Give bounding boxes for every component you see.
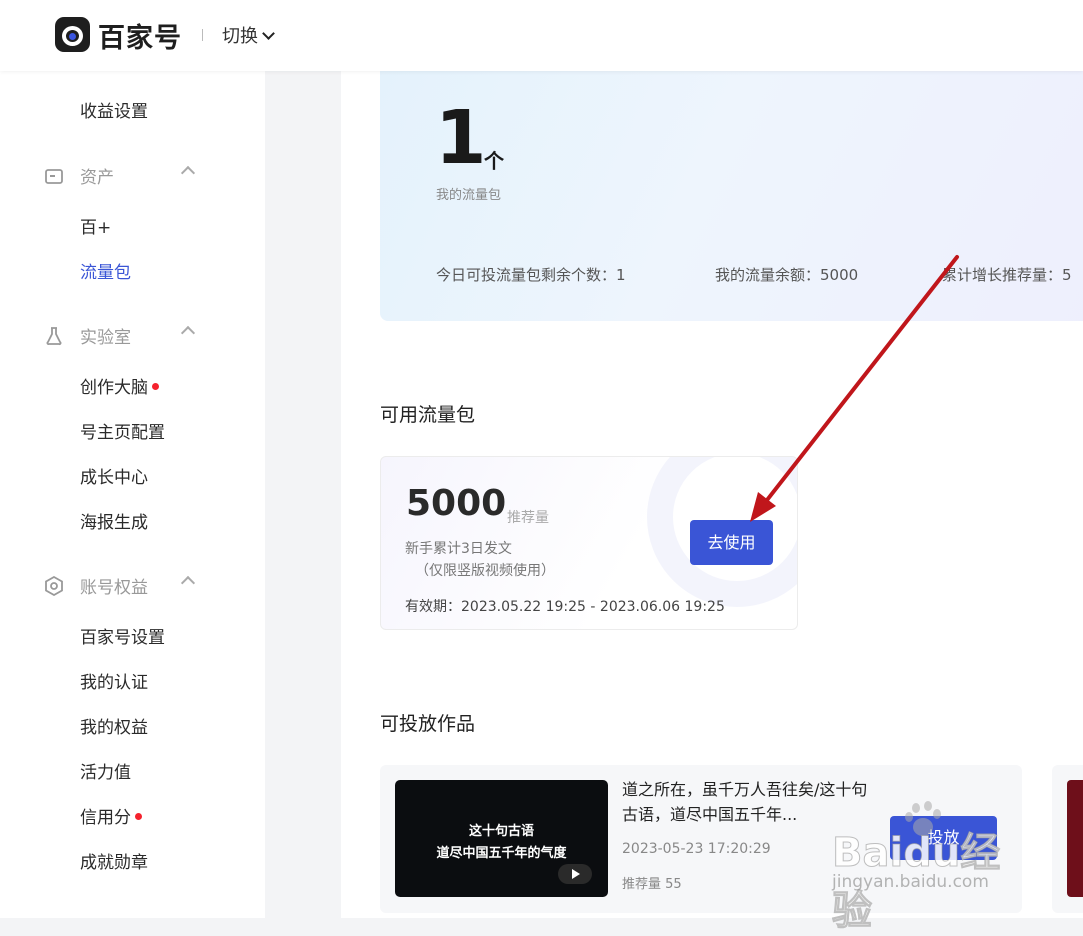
- chevron-up-icon: [180, 325, 196, 341]
- sidebar-group-label: 资产: [80, 168, 114, 188]
- sidebar-item-creative-brain[interactable]: 创作大脑: [80, 373, 159, 398]
- sidebar-item-label: 创作大脑: [80, 378, 148, 398]
- video-thumbnail[interactable]: 这十句古语 道尽中国五千年的气度: [395, 780, 608, 897]
- badge-icon: [44, 575, 64, 596]
- chevron-down-icon: [262, 26, 275, 40]
- sidebar: 收益设置 资产 百+ 流量包 实验室 创作大脑 号主页配置 成长中心 海报生成 …: [0, 69, 265, 918]
- sidebar-group-assets[interactable]: 资产: [44, 163, 196, 188]
- thumbnail-caption-2: 道尽中国五千年的气度: [436, 846, 567, 861]
- work-item: 这十句古语 道尽中国五千年的气度 道之所在，虽千万人吾往矣/这十句古语，道尽中国…: [380, 765, 1022, 913]
- sidebar-item-vitality[interactable]: 活力值: [80, 758, 131, 783]
- sidebar-item-traffic-package[interactable]: 流量包: [80, 258, 131, 283]
- package-count-label: 我的流量包: [436, 188, 502, 203]
- use-package-button[interactable]: 去使用: [690, 520, 773, 565]
- sidebar-item-homepage-config[interactable]: 号主页配置: [80, 418, 165, 443]
- wallet-icon: [44, 166, 64, 186]
- flask-icon: [44, 326, 64, 346]
- sidebar-item-achievements[interactable]: 成就勋章: [80, 848, 148, 873]
- package-note: （仅限竖版视频使用）: [415, 563, 555, 579]
- sidebar-item-my-certification[interactable]: 我的认证: [80, 668, 148, 693]
- sidebar-group-lab[interactable]: 实验室: [44, 323, 196, 348]
- switch-label: 切换: [222, 26, 258, 47]
- work-title[interactable]: 道之所在，虽千万人吾往矣/这十句古语，道尽中国五千年...: [622, 777, 872, 827]
- header-divider: [202, 29, 203, 41]
- sidebar-item-my-benefits[interactable]: 我的权益: [80, 713, 148, 738]
- notification-dot: [135, 812, 142, 820]
- available-section-title: 可用流量包: [380, 404, 476, 426]
- sidebar-item-account-settings[interactable]: 百家号设置: [80, 623, 165, 648]
- stat-balance: 我的流量余额：5000: [715, 266, 859, 284]
- logo-text[interactable]: 百家号: [98, 16, 182, 55]
- main-content: 1 个 我的流量包 今日可投流量包剩余个数：1 我的流量余额：5000 累计增长…: [341, 71, 1083, 918]
- thumbnail-caption-1: 这十句古语: [468, 824, 534, 839]
- traffic-package-card: 5000 推荐量 新手累计3日发文 （仅限竖版视频使用） 有效期：2023.05…: [380, 456, 798, 630]
- stat-total: 累计增长推荐量：5: [942, 266, 1072, 284]
- baijiahao-logo-icon[interactable]: [55, 17, 90, 52]
- package-value: 5000: [406, 483, 507, 524]
- sidebar-item-growth-center[interactable]: 成长中心: [80, 463, 148, 488]
- sidebar-item-bai-plus[interactable]: 百+: [80, 213, 111, 238]
- chevron-up-icon: [180, 165, 196, 181]
- sidebar-group-label: 账号权益: [80, 578, 148, 598]
- sidebar-item-income-settings[interactable]: 收益设置: [80, 97, 148, 122]
- sidebar-item-poster-gen[interactable]: 海报生成: [80, 508, 148, 533]
- next-work-item[interactable]: [1052, 765, 1083, 913]
- sidebar-group-account[interactable]: 账号权益: [44, 573, 196, 598]
- sidebar-item-label: 信用分: [80, 808, 131, 828]
- notification-dot: [152, 382, 159, 390]
- work-recommend-count: 推荐量 55: [622, 877, 682, 892]
- works-section-title: 可投放作品: [380, 713, 476, 735]
- package-count: 1: [435, 95, 487, 181]
- sidebar-group-label: 实验室: [80, 328, 131, 348]
- sidebar-item-credit-score[interactable]: 信用分: [80, 803, 142, 828]
- traffic-summary-card: 1 个 我的流量包 今日可投流量包剩余个数：1 我的流量余额：5000 累计增长…: [380, 71, 1083, 321]
- work-date: 2023-05-23 17:20:29: [622, 841, 771, 857]
- deploy-button[interactable]: 投放: [890, 816, 997, 860]
- stat-remaining: 今日可投流量包剩余个数：1: [436, 266, 626, 284]
- package-count-unit: 个: [484, 149, 504, 173]
- package-description: 新手累计3日发文: [405, 541, 512, 557]
- package-value-unit: 推荐量: [507, 510, 549, 526]
- package-validity: 有效期：2023.05.22 19:25 - 2023.06.06 19:25: [405, 599, 725, 615]
- top-header: 百家号 切换: [0, 0, 1083, 71]
- switch-account-button[interactable]: 切换: [222, 22, 275, 48]
- play-icon[interactable]: [558, 864, 592, 884]
- chevron-up-icon: [180, 575, 196, 591]
